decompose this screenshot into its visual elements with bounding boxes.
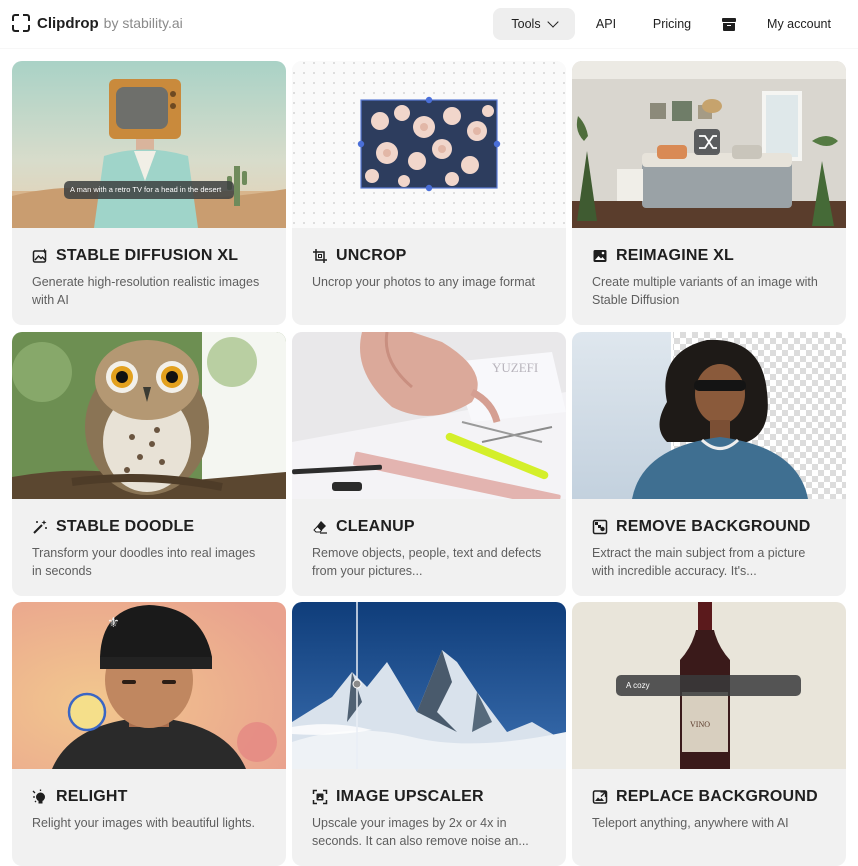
nav-pricing-link[interactable]: Pricing <box>644 8 700 40</box>
tool-card-cleanup[interactable]: YUZEFI CLEANUP Remove objects, people, t… <box>292 332 566 596</box>
tool-card-replace-background[interactable]: VINO A cozy REPLACE BACKGROUND Teleport … <box>572 602 846 866</box>
tool-title: REPLACE BACKGROUND <box>591 788 818 806</box>
stable-diffusion-thumbnail: A man with a retro TV for a head in the … <box>12 61 286 228</box>
archive-icon <box>722 17 736 31</box>
tool-title: STABLE DOODLE <box>31 518 194 536</box>
replace-bg-icon <box>591 789 608 806</box>
nav-api-label: API <box>595 17 617 31</box>
image-upscaler-thumbnail <box>292 602 566 769</box>
crop-icon <box>311 248 328 265</box>
tool-description: Upscale your images by 2x or 4x in secon… <box>312 816 529 848</box>
tool-title: REMOVE BACKGROUND <box>591 518 811 536</box>
tool-title: RELIGHT <box>31 788 128 806</box>
tool-description: Uncrop your photos to any image format <box>312 275 536 289</box>
tool-title: IMAGE UPSCALER <box>311 788 484 806</box>
tool-description: Create multiple variants of an image wit… <box>592 275 818 307</box>
tool-title: STABLE DIFFUSION XL <box>31 247 238 265</box>
tool-description: Remove objects, people, text and defects… <box>312 546 542 578</box>
stable-doodle-thumbnail <box>12 332 286 499</box>
nav-pricing-label: Pricing <box>652 17 692 31</box>
tool-card-uncrop[interactable]: UNCROP Uncrop your photos to any image f… <box>292 61 566 325</box>
tool-description: Generate high-resolution realistic image… <box>32 275 260 307</box>
tools-menu-button[interactable]: Tools <box>493 8 575 40</box>
tool-description: Relight your images with beautiful light… <box>32 816 256 830</box>
prompt-caption: A man with a retro TV for a head in the … <box>70 185 222 194</box>
chevron-down-icon <box>546 16 559 28</box>
top-navigation-bar: Clipdrop by stability.ai Tools API Prici… <box>0 0 858 48</box>
image-variants-icon <box>591 248 608 265</box>
my-account-link[interactable]: My account <box>760 8 838 40</box>
tool-title-label: STABLE DOODLE <box>56 518 195 535</box>
tool-title-label: STABLE DIFFUSION XL <box>56 247 239 264</box>
tool-card-stable-diffusion-xl[interactable]: A man with a retro TV for a head in the … <box>12 61 286 325</box>
tool-title: CLEANUP <box>311 518 415 536</box>
tool-title-label: REMOVE BACKGROUND <box>616 518 811 535</box>
tool-card-remove-background[interactable]: REMOVE BACKGROUND Extract the main subje… <box>572 332 846 596</box>
tool-card-image-upscaler[interactable]: IMAGE UPSCALER Upscale your images by 2x… <box>292 602 566 866</box>
tool-description: Teleport anything, anywhere with AI <box>592 816 789 830</box>
tool-title: REIMAGINE XL <box>591 247 734 265</box>
upscale-icon <box>311 789 328 806</box>
nav-api-link[interactable]: API <box>588 8 624 40</box>
eraser-icon <box>311 519 328 536</box>
tools-menu-label: Tools <box>511 17 541 31</box>
tool-card-reimagine-xl[interactable]: REIMAGINE XL Create multiple variants of… <box>572 61 846 325</box>
archive-button[interactable] <box>716 8 742 40</box>
tool-title-label: REPLACE BACKGROUND <box>616 788 818 805</box>
clipdrop-logo-icon <box>12 14 30 32</box>
brand-name: Clipdrop <box>37 14 99 32</box>
tool-card-relight[interactable]: ⚜ RELIGHT Relight your images with beaut… <box>12 602 286 866</box>
relight-thumbnail: ⚜ <box>12 602 286 769</box>
tool-title-label: CLEANUP <box>336 518 415 535</box>
replace-background-thumbnail: VINO A cozy <box>572 602 846 769</box>
remove-background-thumbnail <box>572 332 846 499</box>
uncrop-thumbnail <box>292 61 566 228</box>
magic-wand-icon <box>31 519 48 536</box>
tool-card-stable-doodle[interactable]: STABLE DOODLE Transform your doodles int… <box>12 332 286 596</box>
tool-title-label: REIMAGINE XL <box>616 247 734 264</box>
svg-text:YUZEFI: YUZEFI <box>492 360 538 375</box>
bulb-icon <box>31 789 48 806</box>
my-account-label: My account <box>767 17 831 31</box>
cleanup-thumbnail: YUZEFI <box>292 332 566 499</box>
tool-title-label: IMAGE UPSCALER <box>336 788 484 805</box>
remove-bg-icon <box>591 519 608 536</box>
image-sparkle-icon <box>31 248 48 265</box>
svg-text:VINO: VINO <box>690 720 710 729</box>
svg-text:⚜: ⚜ <box>107 614 120 630</box>
tool-title-label: UNCROP <box>336 247 407 264</box>
tool-title: UNCROP <box>311 247 407 265</box>
prompt-caption: A cozy <box>626 681 650 690</box>
tool-title-label: RELIGHT <box>56 788 128 805</box>
reimagine-thumbnail <box>572 61 846 228</box>
tool-description: Transform your doodles into real images … <box>32 546 256 578</box>
brand-suffix: by stability.ai <box>103 15 183 31</box>
tool-description: Extract the main subject from a picture … <box>592 546 806 578</box>
clipdrop-logo[interactable]: Clipdrop by stability.ai <box>12 14 183 32</box>
